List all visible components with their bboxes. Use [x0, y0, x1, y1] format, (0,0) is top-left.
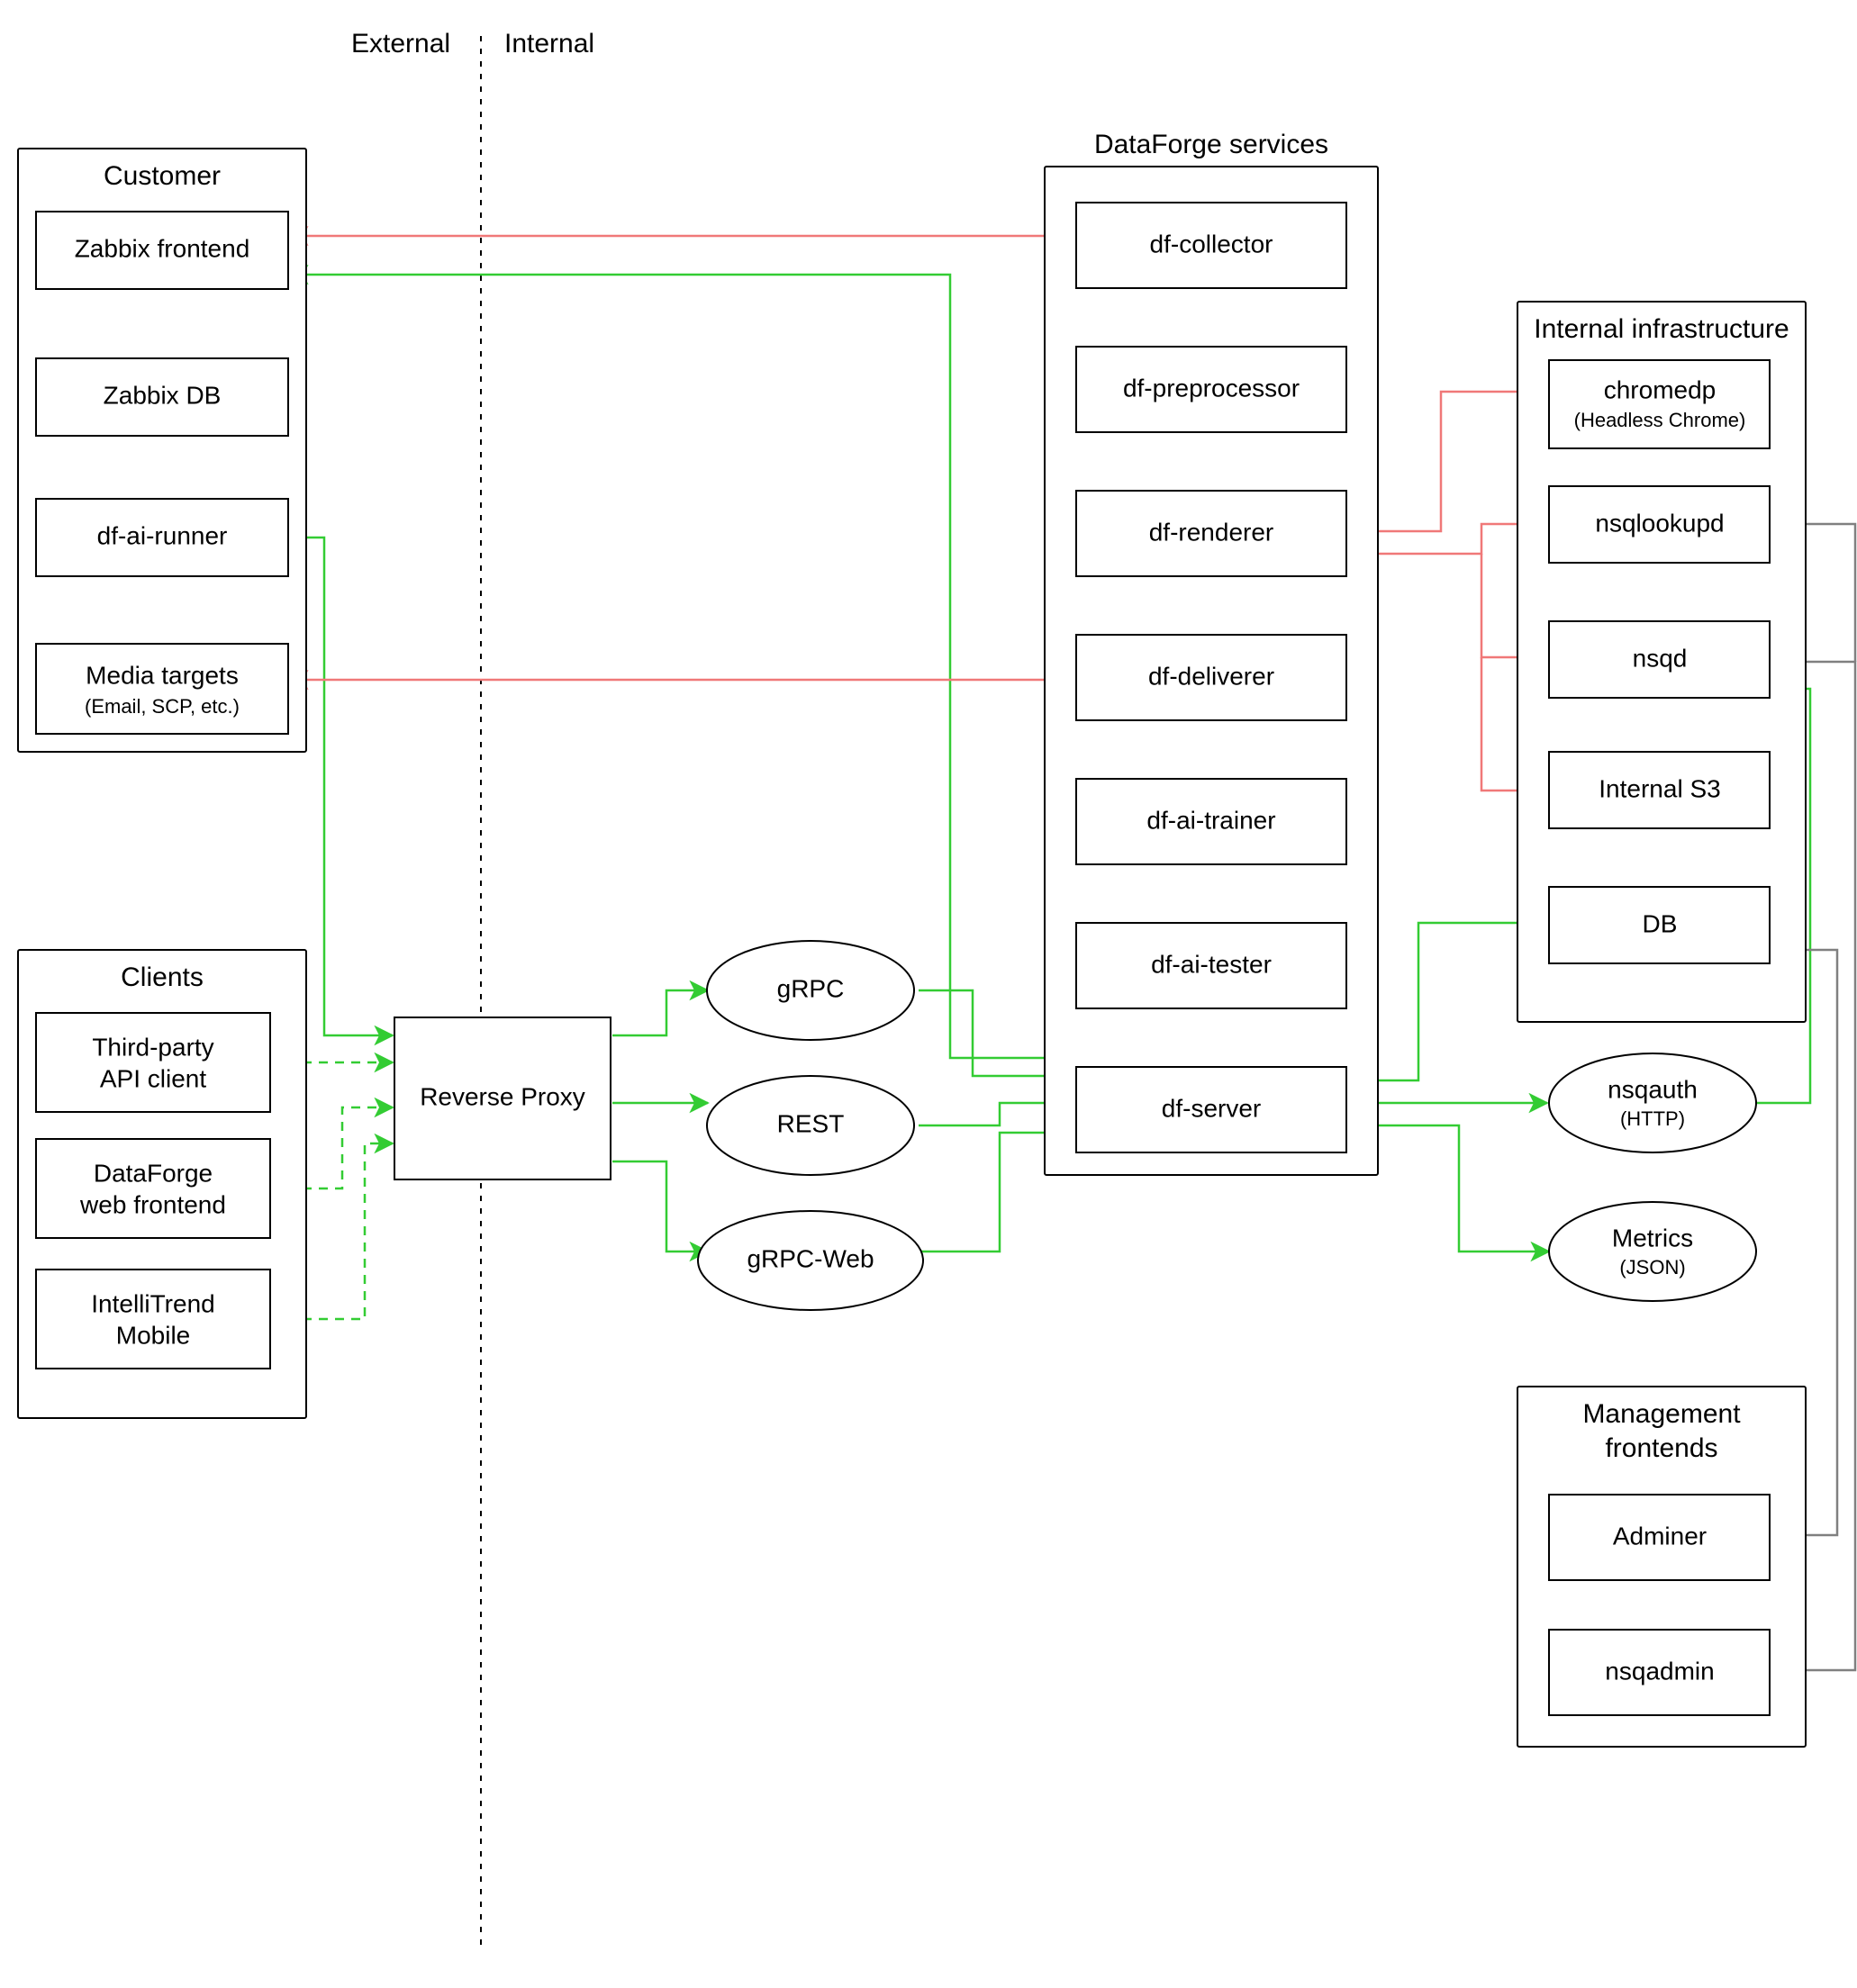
node-zabbix-db-label: Zabbix DB	[104, 381, 222, 409]
node-intellitrend-mobile-label: IntelliTrend	[91, 1289, 214, 1317]
node-metrics-sublabel: (JSON)	[1619, 1256, 1685, 1279]
node-df-ai-tester-label: df-ai-tester	[1151, 950, 1272, 978]
group-infra-title: Internal infrastructure	[1534, 314, 1789, 344]
edge-proxy-to-grpc	[612, 990, 708, 1035]
group-mgmt-title-2: frontends	[1605, 1433, 1717, 1463]
node-third-party-api	[36, 1013, 270, 1112]
node-df-preprocessor-label: df-preprocessor	[1123, 374, 1300, 402]
node-reverse-proxy-label: Reverse Proxy	[420, 1082, 585, 1110]
node-nsqlookupd-label: nsqlookupd	[1595, 509, 1724, 537]
node-df-renderer-label: df-renderer	[1149, 518, 1274, 546]
node-df-collector-label: df-collector	[1150, 230, 1273, 258]
node-third-party-api-label: Third-party	[92, 1033, 213, 1061]
node-df-web-frontend-sublabel: web frontend	[79, 1190, 226, 1218]
node-df-web-frontend-label: DataForge	[94, 1159, 213, 1187]
node-df-ai-runner-label: df-ai-runner	[97, 521, 228, 549]
group-dataforge-title: DataForge services	[1094, 130, 1328, 159]
node-db-label: DB	[1643, 909, 1678, 937]
node-nsqd-label: nsqd	[1633, 644, 1688, 672]
group-customer-title: Customer	[104, 161, 221, 191]
edge-proxy-to-grpcweb	[612, 1161, 708, 1252]
node-grpc-web-label: gRPC-Web	[747, 1244, 874, 1272]
architecture-diagram: External Internal Customer Zabbix fronte…	[0, 0, 1857, 1988]
node-grpc-label: gRPC	[777, 974, 845, 1002]
node-chromedp-sublabel: (Headless Chrome)	[1574, 409, 1746, 431]
node-third-party-api-sublabel: API client	[100, 1064, 206, 1092]
node-nsqauth-sublabel: (HTTP)	[1620, 1107, 1685, 1130]
edge-server-to-zabbix-frontend	[290, 275, 1076, 1058]
group-mgmt-title-1: Management	[1582, 1399, 1741, 1429]
node-media-targets-sublabel: (Email, SCP, etc.)	[85, 695, 240, 718]
node-internal-s3-label: Internal S3	[1599, 774, 1720, 802]
node-media-targets-label: Media targets	[86, 661, 239, 689]
node-nsqauth-label: nsqauth	[1608, 1075, 1698, 1103]
node-df-ai-trainer-label: df-ai-trainer	[1146, 806, 1275, 834]
node-zabbix-frontend-label: Zabbix frontend	[75, 234, 250, 262]
node-rest-label: REST	[777, 1109, 845, 1137]
zone-external-label: External	[351, 29, 450, 59]
node-adminer-label: Adminer	[1613, 1522, 1707, 1550]
node-df-web-frontend	[36, 1139, 270, 1238]
node-metrics-label: Metrics	[1612, 1224, 1693, 1252]
node-df-deliverer-label: df-deliverer	[1148, 662, 1274, 690]
node-intellitrend-mobile	[36, 1270, 270, 1369]
node-df-server-label: df-server	[1162, 1094, 1261, 1122]
zone-internal-label: Internal	[504, 29, 594, 59]
node-intellitrend-mobile-sublabel: Mobile	[116, 1321, 190, 1349]
node-chromedp-label: chromedp	[1604, 375, 1717, 403]
group-clients-title: Clients	[121, 962, 204, 992]
node-chromedp	[1549, 360, 1770, 448]
node-nsqadmin-label: nsqadmin	[1605, 1657, 1714, 1685]
